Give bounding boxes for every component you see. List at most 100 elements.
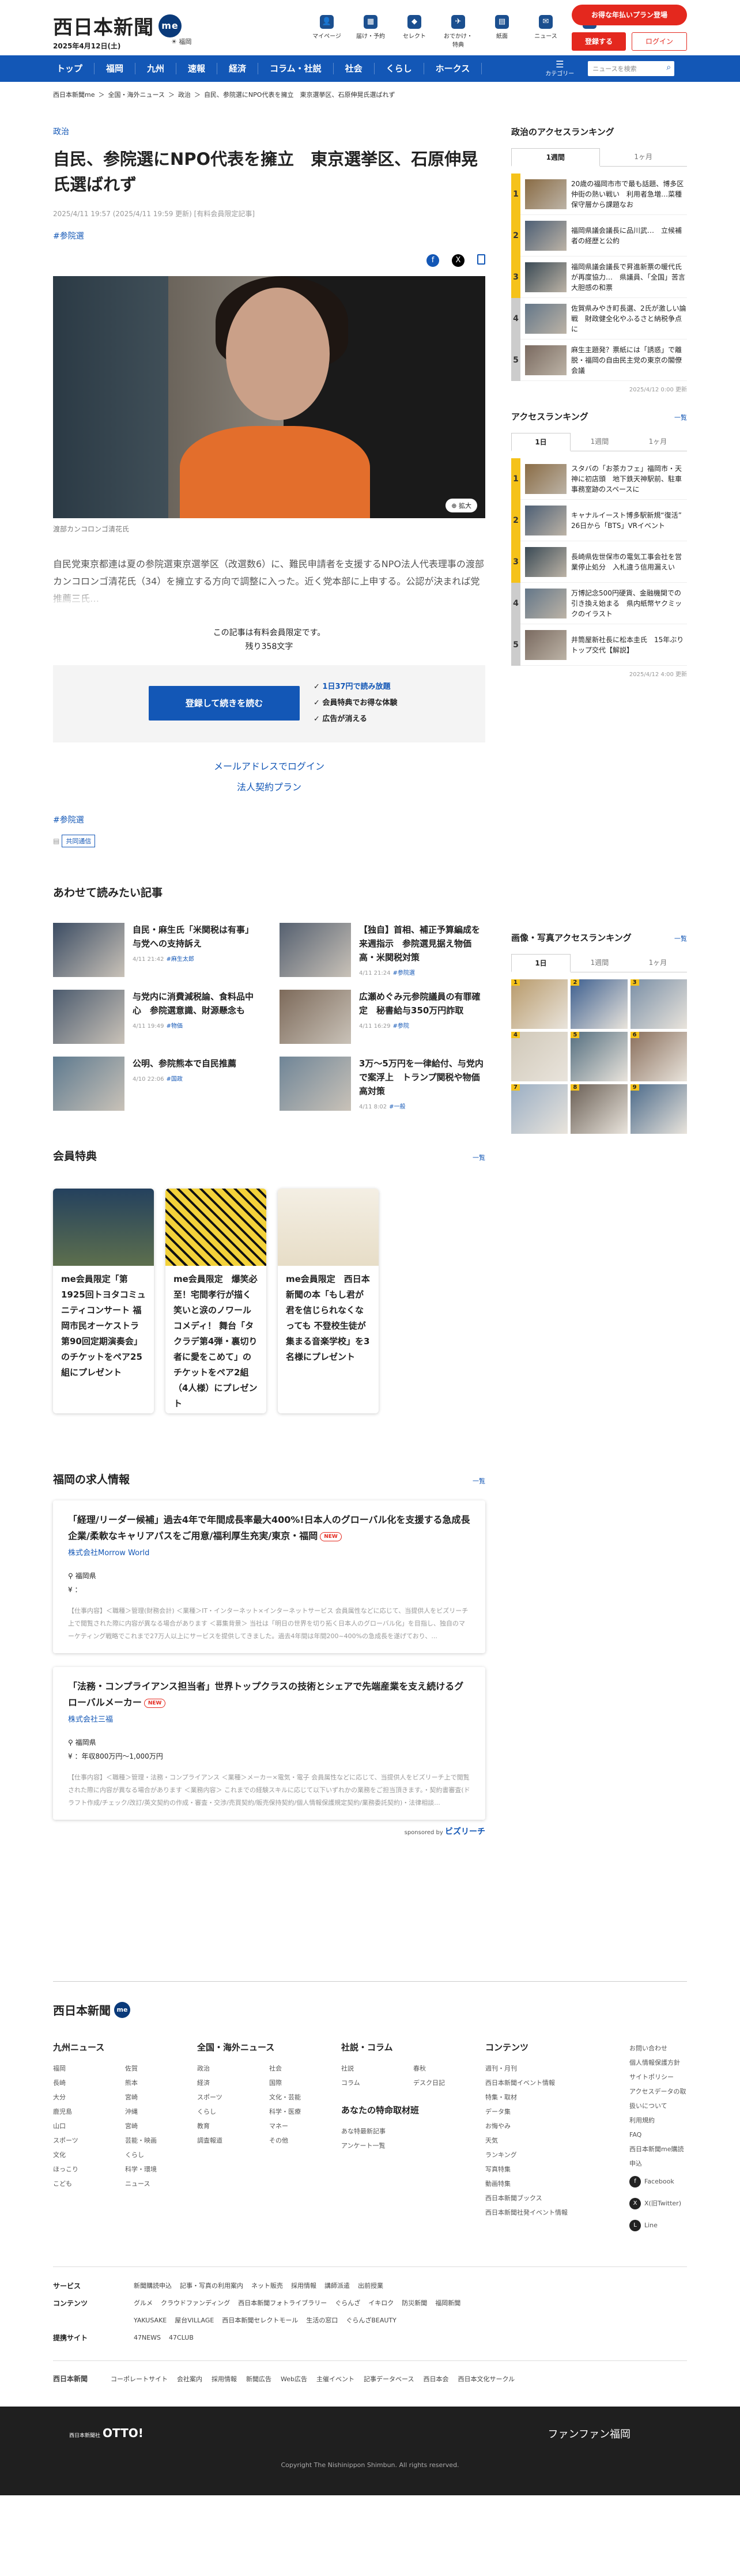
perk-card[interactable]: me会員限定「第1925回トヨタコミュニティコンサート 福岡市民オーケストラ第9… (53, 1189, 154, 1413)
footer-link[interactable]: 生活の窓口 (306, 2317, 338, 2324)
perks-more-link[interactable]: 一覧 (473, 1153, 485, 1162)
footer-link[interactable]: 写真特集 (485, 2162, 629, 2177)
footer-link[interactable]: スポーツ (53, 2133, 125, 2148)
footer-link[interactable]: その他 (269, 2133, 341, 2148)
related-thumbnail[interactable] (53, 1057, 124, 1111)
photo-ranking-item[interactable]: 8 (571, 1084, 628, 1134)
job-title[interactable]: 「法務・コンプライアンス担当者」世界トップクラスの技術とシェアで先端産業を支え続… (68, 1679, 470, 1711)
related-article[interactable]: 【独自】首相、補正予算編成を来週指示 参院選見据え物価高・米関税対策 4/11 2… (280, 923, 485, 977)
fanfan-logo[interactable]: ファンファン福岡 (548, 2426, 630, 2441)
social-link[interactable]: L Line (629, 2215, 687, 2236)
job-company[interactable]: 株式会社Morrow World (68, 1547, 470, 1557)
ranking-title[interactable]: 20歳の福岡市市で最も話題、博多区仲街の熱い戦い 利用者急増…菜種保守層から課題… (571, 179, 687, 210)
ranking-item[interactable]: 2 福岡県議会議長に品川武… 立候補者の経歴と公約 (511, 214, 687, 257)
related-article[interactable]: 広瀬めぐみ元参院議員の有罪確定 秘書給与350万円詐取 4/11 16:29 #参院 (280, 990, 485, 1044)
footer-link[interactable]: くらし (125, 2148, 197, 2162)
photo-ranking-item[interactable]: 6 (630, 1032, 687, 1081)
ranking-thumbnail[interactable] (525, 463, 567, 494)
related-tag[interactable]: #国政 (166, 1076, 182, 1083)
related-title[interactable]: 【独自】首相、補正予算編成を来週指示 参院選見据え物価高・米関税対策 (359, 923, 485, 964)
tab-1day[interactable]: 1日 (511, 433, 571, 451)
ranking-thumbnail[interactable] (525, 629, 567, 660)
ranking-thumbnail[interactable] (525, 546, 567, 577)
footer-link[interactable]: 西日本新聞セレクトモール (222, 2317, 298, 2324)
footer-link[interactable]: お問い合わせ (629, 2041, 687, 2055)
footer-link[interactable]: ぐらんざ (335, 2299, 360, 2307)
footer-link[interactable]: 鹿児島 (53, 2104, 125, 2119)
job-company[interactable]: 株式会社三福 (68, 1713, 470, 1724)
footer-link[interactable]: 記事データベース (364, 2374, 414, 2383)
footer-link[interactable]: 福岡 (53, 2061, 125, 2076)
related-tag[interactable]: #物価 (166, 1023, 182, 1029)
footer-link[interactable]: 沖縄 (125, 2104, 197, 2119)
article-tag-bottom[interactable]: #参院選 (53, 814, 485, 825)
perk-card[interactable]: me会員限定 西日本新聞の本「もし君が君を信じられなくなっても 不登校生徒が集ま… (278, 1189, 379, 1413)
category-menu-button[interactable]: ☰ カテゴリー (545, 59, 574, 77)
footer-link[interactable]: 出前授業 (358, 2282, 383, 2290)
footer-link[interactable]: ネット販売 (251, 2282, 283, 2290)
footer-link[interactable]: コーポレートサイト (111, 2374, 168, 2383)
footer-link[interactable]: クラウドファンディング (161, 2299, 230, 2307)
photo-ranking-item[interactable]: 3 (630, 979, 687, 1029)
x-icon[interactable]: X (452, 254, 465, 267)
ranking-thumbnail[interactable] (525, 303, 567, 334)
footer-link[interactable]: FAQ (629, 2128, 687, 2142)
footer-link[interactable]: アクセスデータの取扱いについて (629, 2084, 687, 2113)
ranking-item[interactable]: 3 長崎県佐世保市の電気工事会社を営業停止処分 入札違う信用漏えい (511, 541, 687, 583)
ranking-title[interactable]: 万博記念500円硬貨、金融機関での引き換え始まる 県内紙幣ヤクミックのイラスト (571, 588, 687, 619)
ranking-item[interactable]: 4 佐賀県みやき町長選、2氏が激しい論戦 財政健全化やふるさと納税争点に (511, 297, 687, 340)
footer-link[interactable]: 動画特集 (485, 2177, 629, 2191)
ranking-item[interactable]: 1 スタバの「お茶カフェ」福岡市・天神に初店頭 地下鉄天神駅前、駐車事務室跡のスペ… (511, 458, 687, 500)
footer-link[interactable]: 西日本新聞社発イベント情報 (485, 2205, 629, 2220)
photo-ranking-item[interactable]: 1 (511, 979, 568, 1029)
footer-link[interactable]: 47NEWS (134, 2334, 161, 2341)
footer-link[interactable]: ニュース (125, 2177, 197, 2191)
footer-link[interactable]: スポーツ (197, 2090, 269, 2104)
nav-item[interactable]: トップ (53, 63, 95, 74)
footer-link[interactable]: ほっこり (53, 2162, 125, 2177)
logo-text[interactable]: 西日本新聞 (53, 12, 154, 40)
weather-location[interactable]: ☀ 福岡 (171, 37, 191, 46)
footer-column-heading[interactable]: 社説・コラム (341, 2041, 485, 2053)
related-article[interactable]: 与党内に消費減税論、食料品中心 参院選意識、財源懸念も 4/11 19:49 #物価 (53, 990, 259, 1044)
footer-link[interactable]: 天気 (485, 2133, 629, 2148)
tab-1week[interactable]: 1週間 (571, 954, 629, 972)
breadcrumb-item[interactable]: 自民、参院選にNPO代表を擁立 東京選挙区、石原伸晃氏選ばれず (204, 91, 395, 99)
footer-link[interactable]: 科学・環境 (125, 2162, 197, 2177)
ranking-item[interactable]: 1 20歳の福岡市市で最も話題、博多区仲街の熱い戦い 利用者急増…菜種保守層から課… (511, 173, 687, 215)
perk-card[interactable]: me会員限定 爆笑必至！宅間孝行が描く笑いと涙のノワールコメディ！ 舞台「タクラ… (165, 1189, 266, 1413)
footer-column-heading[interactable]: コンテンツ (485, 2041, 629, 2053)
related-title[interactable]: 広瀬めぐみ元参院議員の有罪確定 秘書給与350万円詐取 (359, 990, 485, 1017)
nav-item[interactable]: コラム・社説 (258, 63, 334, 74)
footer-link[interactable]: 調査報道 (197, 2133, 269, 2148)
related-article[interactable]: 公明、参院熊本で自民推薦 4/10 22:06 #国政 (53, 1057, 259, 1111)
tab-1week[interactable]: 1週間 (571, 433, 629, 451)
header-icon-deals[interactable]: ✈ おでかけ・特典 (444, 15, 473, 48)
footer-link[interactable]: 社説 (341, 2061, 413, 2076)
ranking-title[interactable]: 長崎県佐世保市の電気工事会社を営業停止処分 入札違う信用漏えい (571, 552, 687, 572)
footer-link[interactable]: グルメ (134, 2299, 153, 2307)
related-article[interactable]: 3万～5万円を一律給付、与党内で案浮上 トランプ関税や物価高対策 4/11 8:0… (280, 1057, 485, 1111)
ranking-title[interactable]: 井筒屋新社長に松本圭氏 15年ぶりトップ交代【解説】 (571, 635, 687, 655)
footer-link[interactable]: YAKUSAKE (134, 2317, 167, 2324)
footer-link[interactable]: こども (53, 2177, 125, 2191)
footer-bottom-logo[interactable]: 西日本新聞 (53, 2374, 88, 2383)
otto-logo[interactable]: 西日本新聞社 OTTO! (69, 2426, 144, 2440)
footer-link[interactable]: 国際 (269, 2076, 341, 2090)
footer-column-heading[interactable]: あなたの特命取材班 (341, 2104, 485, 2116)
ranking-thumbnail[interactable] (525, 262, 567, 292)
ranking-item[interactable]: 5 井筒屋新社長に松本圭氏 15年ぶりトップ交代【解説】 (511, 624, 687, 666)
related-thumbnail[interactable] (280, 1057, 351, 1111)
ranking-title[interactable]: 福岡県議会議長で昇進新票の暖代氏が再度協力… 県議員、「全国」苦言大胆感の和票 (571, 262, 687, 293)
nav-item[interactable]: 速報 (176, 63, 218, 74)
perk-image[interactable] (278, 1189, 379, 1266)
nav-item[interactable]: 社会 (334, 63, 375, 74)
footer-link[interactable]: 主催イベント (316, 2374, 354, 2383)
related-title[interactable]: 与党内に消費減税論、食料品中心 参院選意識、財源懸念も (133, 990, 259, 1017)
ranking-item[interactable]: 3 福岡県議会議長で昇進新票の暖代氏が再度協力… 県議員、「全国」苦言大胆感の和票 (511, 256, 687, 298)
footer-link[interactable]: 西日本新聞イベント情報 (485, 2076, 629, 2090)
footer-link[interactable]: 週刊・月刊 (485, 2061, 629, 2076)
related-thumbnail[interactable] (53, 923, 124, 977)
me-badge[interactable]: me (158, 14, 182, 37)
footer-link[interactable]: 西日本会 (423, 2374, 448, 2383)
